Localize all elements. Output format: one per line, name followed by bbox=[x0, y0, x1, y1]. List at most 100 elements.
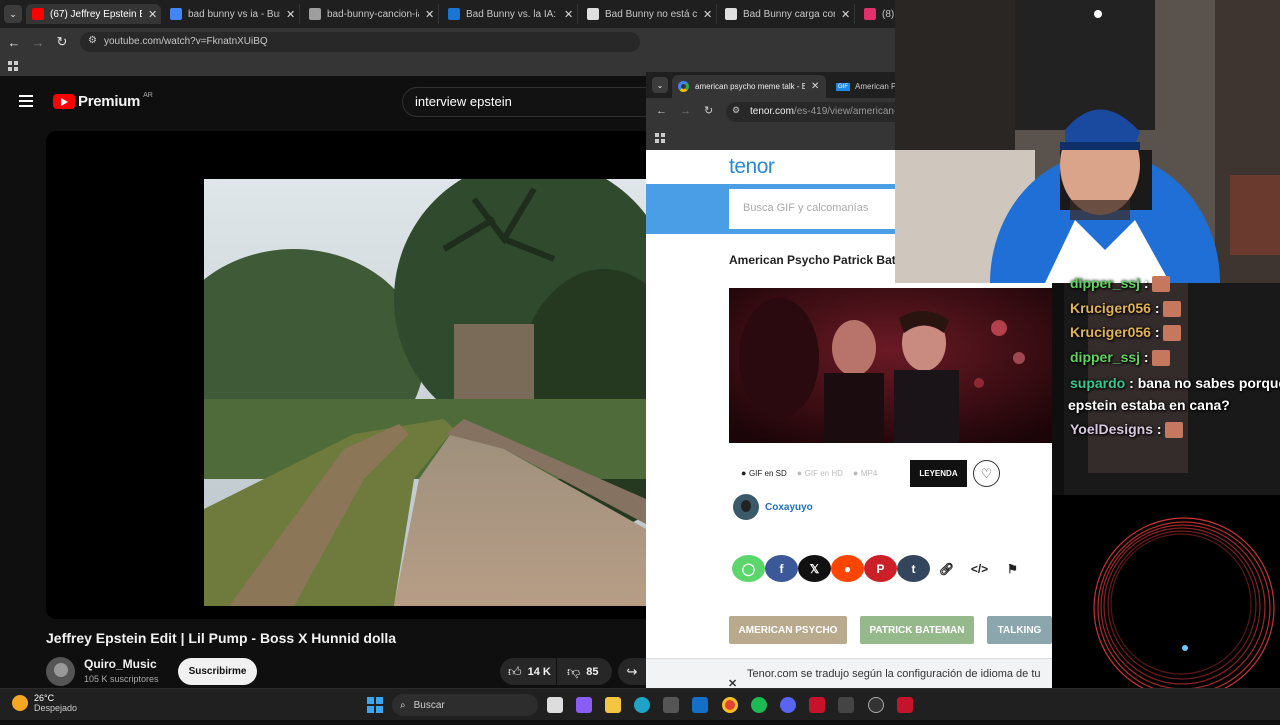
apps-grid-icon-2[interactable] bbox=[655, 133, 665, 143]
search-input[interactable]: interview epstein bbox=[402, 87, 652, 117]
windows-taskbar: 26°C Despejado ⌕ Buscar bbox=[0, 688, 1280, 720]
tab-favicon-icon bbox=[170, 8, 182, 20]
close-tab-icon[interactable]: ✕ bbox=[841, 8, 850, 21]
tab-title: (67) Jeffrey Epstein Edit | L bbox=[50, 8, 142, 20]
like-button[interactable]: 👍︎ 14 K bbox=[500, 658, 556, 685]
browser-tab[interactable]: Bad Bunny no está conten ✕ bbox=[581, 4, 717, 24]
chat-username[interactable]: supardo bbox=[1070, 375, 1125, 391]
copy-link-icon[interactable]: 🔗︎ bbox=[930, 555, 963, 582]
embed-code-icon[interactable]: </> bbox=[963, 555, 996, 582]
pinterest-icon[interactable]: P bbox=[864, 555, 897, 582]
video-title: Jeffrey Epstein Edit | Lil Pump - Boss X… bbox=[46, 630, 397, 646]
browser-tab[interactable]: (67) Jeffrey Epstein Edit | L ✕ bbox=[26, 4, 161, 24]
share-icon[interactable]: ↪ bbox=[618, 658, 646, 685]
edge-icon[interactable] bbox=[634, 697, 650, 713]
reddit-icon[interactable]: ● bbox=[831, 555, 864, 582]
close-notice-icon[interactable]: ✕ bbox=[728, 677, 737, 688]
start-button[interactable] bbox=[367, 697, 383, 713]
back-icon-2[interactable]: ← bbox=[656, 105, 667, 117]
tab-search-button[interactable]: ⌄ bbox=[4, 5, 22, 23]
app-badge-icon[interactable] bbox=[897, 697, 913, 713]
site-info-icon-2[interactable]: ⚙ bbox=[732, 105, 740, 116]
tab-search-button-2[interactable]: ⌄ bbox=[652, 77, 668, 93]
app-red-icon[interactable] bbox=[809, 697, 825, 713]
caption-button[interactable]: LEYENDA bbox=[910, 460, 967, 487]
report-flag-icon[interactable]: ⚑ bbox=[996, 555, 1029, 582]
tag-american-psycho[interactable]: AMERICAN PSYCHO bbox=[729, 616, 847, 644]
chat-username[interactable]: Kruciger056 bbox=[1070, 300, 1151, 316]
store-icon[interactable] bbox=[663, 697, 679, 713]
weather-temp: 26°C bbox=[34, 693, 55, 703]
url-field[interactable]: ⚙ youtube.com/watch?v=FknatnXUiBQ bbox=[80, 32, 640, 52]
chrome-icon[interactable] bbox=[722, 697, 738, 713]
outlook-icon[interactable] bbox=[692, 697, 708, 713]
chat-username[interactable]: dipper_ssj bbox=[1070, 349, 1140, 365]
back-icon[interactable]: ← bbox=[6, 34, 22, 50]
author-name[interactable]: Coxayuyo bbox=[765, 502, 813, 513]
premium-label: Premium bbox=[78, 93, 141, 110]
tab-favicon-icon bbox=[448, 8, 460, 20]
discord-icon[interactable] bbox=[780, 697, 796, 713]
chat-username[interactable]: Kruciger056 bbox=[1070, 324, 1151, 340]
browser-tab[interactable]: Bad Bunny vs. la IA: la hist ✕ bbox=[442, 4, 578, 24]
youtube-logo[interactable]: Premium AR bbox=[53, 92, 153, 110]
favorite-heart-icon[interactable]: ♡ bbox=[973, 460, 1000, 487]
close-tab-icon[interactable]: ✕ bbox=[425, 8, 434, 21]
browser-tab[interactable]: (8) In bbox=[858, 4, 898, 24]
chat-message: epstein estaba en cana? bbox=[1068, 397, 1230, 413]
menu-icon[interactable] bbox=[19, 95, 33, 107]
tab-favicon-icon bbox=[32, 8, 44, 20]
forward-icon-2[interactable]: → bbox=[680, 105, 691, 117]
forward-icon[interactable]: → bbox=[30, 34, 46, 50]
copilot-icon[interactable] bbox=[576, 697, 592, 713]
channel-name[interactable]: Quiro_Music bbox=[84, 657, 157, 671]
whatsapp-icon[interactable]: ◯ bbox=[732, 555, 765, 582]
channel-avatar[interactable] bbox=[46, 657, 75, 686]
video-frame[interactable] bbox=[204, 179, 646, 606]
translation-notice-bar: ✕ Tenor.com se tradujo según la configur… bbox=[646, 658, 1052, 688]
author-avatar[interactable] bbox=[733, 494, 759, 520]
task-view-icon[interactable] bbox=[547, 697, 563, 713]
browser2-tab[interactable]: GIF American Ps bbox=[832, 75, 900, 98]
browser2-tab-active[interactable]: american psycho meme talk - B ✕ bbox=[672, 75, 826, 98]
notice-text: Tenor.com se tradujo según la configurac… bbox=[747, 668, 1041, 680]
x-twitter-icon[interactable]: 𝕏 bbox=[798, 555, 831, 582]
weather-widget[interactable]: 26°C Despejado bbox=[12, 693, 77, 713]
close-tab-icon[interactable]: ✕ bbox=[703, 8, 712, 21]
audio-visualizer bbox=[1052, 495, 1280, 720]
taskbar-search[interactable]: ⌕ Buscar bbox=[392, 694, 538, 716]
subscribe-button[interactable]: Suscribirme bbox=[178, 658, 257, 685]
browser-tab[interactable]: Bad Bunny carga contra u ✕ bbox=[719, 4, 855, 24]
close-tab-icon[interactable]: ✕ bbox=[564, 8, 573, 21]
spotify-icon[interactable] bbox=[751, 697, 767, 713]
dislike-button[interactable]: 👎︎ 85 bbox=[557, 658, 612, 685]
tag-talking[interactable]: TALKING bbox=[987, 616, 1052, 644]
gif-image[interactable] bbox=[729, 288, 1052, 443]
close-tab-icon[interactable]: ✕ bbox=[148, 8, 157, 21]
apps-grid-icon[interactable] bbox=[8, 61, 18, 71]
facebook-icon[interactable]: f bbox=[765, 555, 798, 582]
google-icon bbox=[678, 81, 689, 92]
browser-tab[interactable]: bad-bunny-cancion-ia-no ✕ bbox=[303, 4, 439, 24]
reload-icon[interactable]: ↻ bbox=[54, 34, 70, 50]
format-gif-sd[interactable]: ● GIF en SD bbox=[741, 468, 787, 478]
chat-username[interactable]: dipper_ssj bbox=[1070, 275, 1140, 291]
chat-colon: : bbox=[1140, 349, 1153, 365]
tumblr-icon[interactable]: t bbox=[897, 555, 930, 582]
close-tab-icon[interactable]: ✕ bbox=[811, 81, 819, 92]
close-tab-icon[interactable]: ✕ bbox=[286, 8, 295, 21]
reload-icon-2[interactable]: ↻ bbox=[704, 104, 713, 117]
tag-patrick-bateman[interactable]: PATRICK BATEMAN bbox=[860, 616, 974, 644]
search-icon: ⌕ bbox=[400, 699, 406, 711]
obs-icon[interactable] bbox=[868, 697, 884, 713]
tenor-logo[interactable]: tenor bbox=[729, 155, 775, 179]
site-info-icon[interactable]: ⚙ bbox=[88, 35, 97, 46]
format-gif-hd[interactable]: ● GIF en HD bbox=[797, 468, 843, 478]
url-text: youtube.com/watch?v=FknatnXUiBQ bbox=[104, 36, 268, 47]
browser-tab[interactable]: bad bunny vs ia - Buscar c ✕ bbox=[164, 4, 300, 24]
format-mp4[interactable]: ● MP4 bbox=[853, 468, 877, 478]
chat-username[interactable]: YoelDesigns bbox=[1070, 421, 1153, 437]
file-explorer-icon[interactable] bbox=[605, 697, 621, 713]
app-dark-icon[interactable] bbox=[838, 697, 854, 713]
browser2-url-field[interactable]: ⚙ tenor.com/es-419/view/american-p bbox=[726, 102, 896, 122]
